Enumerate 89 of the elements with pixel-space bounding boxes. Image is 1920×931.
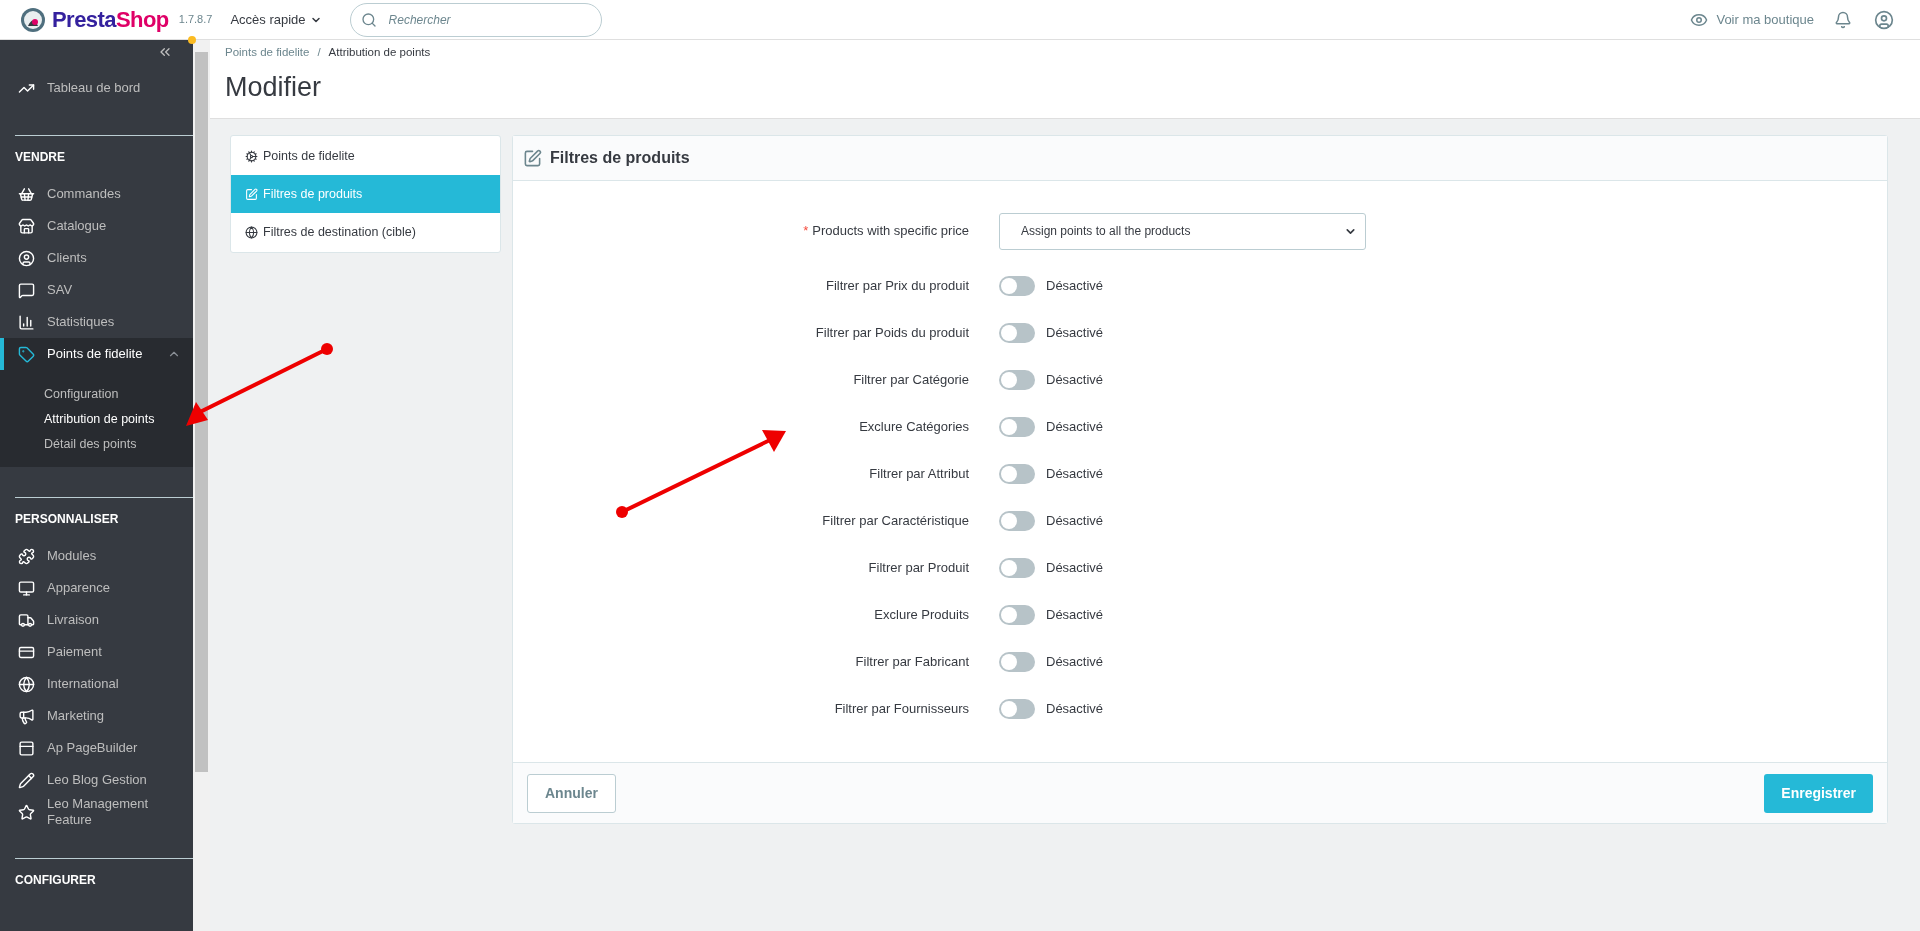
- edit-icon: [523, 148, 542, 168]
- submenu-item[interactable]: Détail des points: [44, 432, 193, 457]
- field-label: Filtrer par Attribut: [868, 464, 970, 483]
- toggle-state: Désactivé: [1046, 558, 1104, 577]
- sidebar-item[interactable]: Commandes: [0, 178, 193, 210]
- toggle-state: Désactivé: [1046, 323, 1104, 342]
- logo-text: PrestaShop: [52, 8, 169, 31]
- toggle-switch[interactable]: [999, 698, 1035, 719]
- user-icon: [18, 249, 35, 267]
- edit-icon: [245, 187, 258, 201]
- breadcrumb-item: Attribution de points: [328, 45, 431, 61]
- toggle-switch[interactable]: [999, 369, 1035, 390]
- sidebar-item[interactable]: Modules: [0, 540, 193, 572]
- sidebar-item[interactable]: SAV: [0, 274, 193, 306]
- sidebar-item[interactable]: Apparence: [0, 572, 193, 604]
- chat-icon: [18, 281, 35, 299]
- quick-access-menu[interactable]: Accès rapide: [230, 9, 322, 30]
- truck-icon: [18, 611, 35, 629]
- section-title: PERSONNALISER: [14, 511, 120, 528]
- view-shop-link[interactable]: Voir ma boutique: [1690, 9, 1814, 30]
- pencil-icon: [18, 771, 35, 789]
- globe-icon: [245, 225, 258, 239]
- toggle-state: Désactivé: [1046, 511, 1104, 530]
- field-label: Filtrer par Fabricant: [854, 652, 970, 671]
- breadcrumb-separator: /: [317, 45, 321, 61]
- page-title: Modifier: [225, 71, 323, 104]
- toggle-state: Désactivé: [1046, 464, 1104, 483]
- section-title: VENDRE: [14, 149, 66, 166]
- megaphone-icon: [18, 707, 35, 725]
- sidebar-item[interactable]: Ap PageBuilder: [0, 732, 193, 764]
- field-label: Filtrer par Poids du produit: [814, 323, 970, 342]
- select-field[interactable]: Assign points to all the products: [999, 212, 1366, 250]
- field-label: Filtrer par Prix du produit: [824, 276, 970, 295]
- star-icon: [18, 803, 35, 821]
- submenu-item[interactable]: Attribution de points: [44, 407, 193, 432]
- field-label: Filtrer par Caractéristique: [821, 511, 970, 530]
- sidebar-item[interactable]: International: [0, 668, 193, 700]
- account-icon[interactable]: [1874, 9, 1894, 30]
- toggle-switch[interactable]: [999, 463, 1035, 484]
- globe-icon: [18, 675, 35, 693]
- tag-icon: [18, 345, 35, 363]
- field-label: Products with specific price: [812, 222, 969, 241]
- monitor-icon: [18, 579, 35, 597]
- field-label: Exclure Produits: [873, 605, 970, 624]
- toggle-switch[interactable]: [999, 416, 1035, 437]
- field-label: Exclure Catégories: [858, 417, 970, 436]
- sidebar-item[interactable]: Paiement: [0, 636, 193, 668]
- tab[interactable]: Filtres de destination (cible): [231, 213, 500, 251]
- submenu-item[interactable]: Configuration: [44, 382, 193, 407]
- search-icon: [360, 11, 377, 28]
- search-field[interactable]: Rechercher: [349, 2, 602, 37]
- required-mark: *: [803, 222, 809, 241]
- toggle-state: Désactivé: [1046, 276, 1104, 295]
- field-label: Filtrer par Produit: [867, 558, 970, 577]
- sidebar-item[interactable]: Livraison: [0, 604, 193, 636]
- sidebar-item[interactable]: Marketing: [0, 700, 193, 732]
- chart-icon: [18, 313, 35, 331]
- toggle-state: Désactivé: [1046, 605, 1104, 624]
- toggle-switch[interactable]: [999, 275, 1035, 296]
- toggle-state: Désactivé: [1046, 699, 1104, 718]
- toggle-switch[interactable]: [999, 651, 1035, 672]
- sidebar-item[interactable]: Catalogue: [0, 210, 193, 242]
- logo-icon: [20, 6, 46, 33]
- scrollbar-thumb[interactable]: [195, 52, 208, 772]
- panel-title: Filtres de produits: [550, 148, 690, 168]
- toggle-state: Désactivé: [1046, 370, 1104, 389]
- breadcrumb-item[interactable]: Points de fidelite: [225, 44, 310, 62]
- toggle-switch[interactable]: [999, 604, 1035, 625]
- sidebar-item[interactable]: Clients: [0, 242, 193, 274]
- toggle-switch[interactable]: [999, 322, 1035, 343]
- field-label: Filtrer par Fournisseurs: [833, 699, 970, 718]
- sidebar-item[interactable]: Tableau de bord: [0, 72, 193, 104]
- toggle-state: Désactivé: [1046, 652, 1104, 671]
- window-icon: [18, 739, 35, 757]
- cancel-button[interactable]: Annuler: [527, 773, 616, 813]
- field-label: Filtrer par Catégorie: [852, 370, 970, 389]
- sidebar-item[interactable]: Leo Management Feature: [0, 796, 193, 828]
- sidebar-item[interactable]: Statistiques: [0, 306, 193, 338]
- notifications-icon[interactable]: [1834, 10, 1852, 29]
- basket-icon: [18, 185, 35, 203]
- tab[interactable]: Points de fidelite: [231, 137, 500, 175]
- store-icon: [18, 217, 35, 235]
- section-title: CONFIGURER: [14, 872, 97, 889]
- sidebar-item[interactable]: Leo Blog Gestion: [0, 764, 193, 796]
- toggle-switch[interactable]: [999, 557, 1035, 578]
- toggle-state: Désactivé: [1046, 417, 1104, 436]
- version-text: 1.7.8.7: [178, 12, 213, 28]
- puzzle-icon: [18, 547, 35, 565]
- toggle-switch[interactable]: [999, 510, 1035, 531]
